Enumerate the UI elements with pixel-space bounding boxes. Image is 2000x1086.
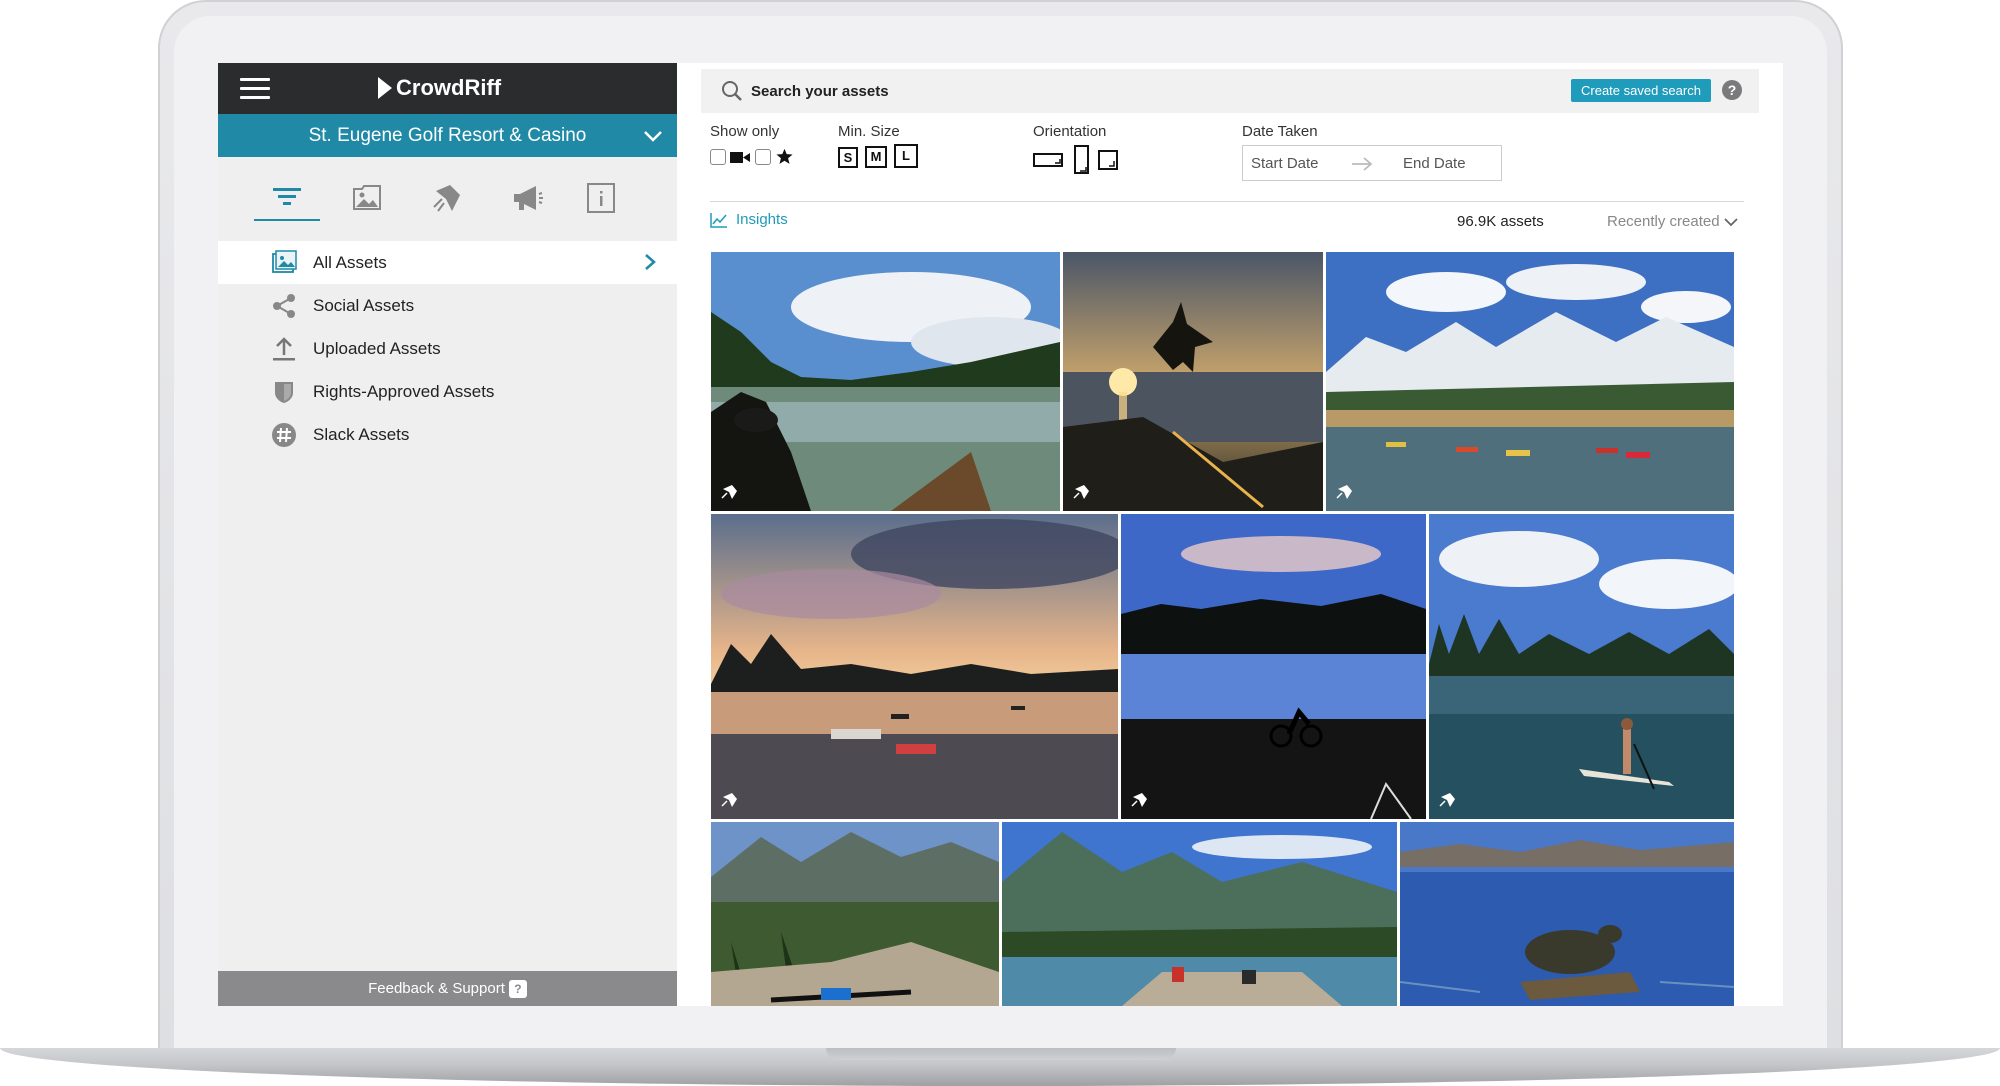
- asset-thumbnail[interactable]: [1429, 514, 1734, 819]
- start-date-input[interactable]: Start Date: [1251, 155, 1319, 172]
- app-screen: CrowdRiff St. Eugene Golf Resort & Casin…: [218, 63, 1783, 1006]
- share-icon: [273, 294, 295, 318]
- sort-dropdown[interactable]: Recently created: [1607, 213, 1738, 230]
- laptop-notch: [826, 1048, 1176, 1060]
- crowdriff-logo: CrowdRiff: [378, 75, 501, 101]
- question-badge-icon: ?: [508, 979, 527, 998]
- sidebar-item-social-assets[interactable]: Social Assets: [218, 284, 677, 327]
- date-range-picker: Start Date End Date: [1242, 145, 1502, 181]
- asset-thumbnail[interactable]: [1002, 822, 1397, 1006]
- photo-turtle: [1400, 822, 1734, 1006]
- account-selector[interactable]: St. Eugene Golf Resort & Casino: [218, 114, 677, 157]
- sidebar-item-label: Rights-Approved Assets: [313, 381, 495, 401]
- sidebar: CrowdRiff St. Eugene Golf Resort & Casin…: [218, 63, 677, 1006]
- star-icon: [776, 148, 793, 164]
- date-taken-label: Date Taken: [1242, 123, 1318, 140]
- asset-thumbnail[interactable]: [1063, 252, 1323, 511]
- feedback-support-button[interactable]: Feedback & Support ?: [218, 971, 677, 1006]
- search-input[interactable]: Search your assets: [751, 83, 889, 100]
- crowdriff-badge-icon: [721, 485, 737, 499]
- gallery-icon[interactable]: [334, 175, 400, 221]
- square-orientation-icon[interactable]: [1098, 150, 1118, 170]
- photo-cyclist-lake: [1121, 514, 1426, 819]
- filter-panel: Show only Min. Size S M L Orientation Da…: [710, 123, 1760, 203]
- sidebar-item-label: Slack Assets: [313, 424, 410, 444]
- chevron-right-icon: [645, 254, 656, 270]
- asset-thumbnail[interactable]: [711, 822, 999, 1006]
- create-saved-search-button[interactable]: Create saved search: [1571, 79, 1711, 102]
- video-filter-checkbox[interactable]: [710, 149, 726, 165]
- insights-label: Insights: [736, 211, 788, 228]
- asset-thumbnail[interactable]: [711, 252, 1060, 511]
- sidebar-item-label: Social Assets: [313, 295, 415, 315]
- chevron-down-icon: [1723, 217, 1738, 226]
- search-bar[interactable]: Search your assets Create saved search ?: [701, 69, 1759, 113]
- photo-river-camp: [1002, 822, 1397, 1006]
- search-icon: [722, 81, 742, 101]
- help-icon[interactable]: ?: [1722, 80, 1742, 100]
- size-large-button[interactable]: L: [894, 144, 918, 168]
- sidebar-item-slack-assets[interactable]: Slack Assets: [218, 413, 677, 456]
- arrow-right-icon: [1352, 157, 1373, 171]
- chart-line-icon: [710, 212, 727, 228]
- crowdriff-badge-icon: [721, 793, 737, 807]
- sidebar-item-rights-approved-assets[interactable]: Rights-Approved Assets: [218, 370, 677, 413]
- slack-icon: [272, 423, 296, 447]
- upload-icon: [273, 337, 295, 361]
- sidebar-item-label: All Assets: [313, 252, 387, 272]
- megaphone-icon[interactable]: [494, 175, 560, 221]
- filter-divider: [710, 201, 1744, 202]
- account-name: St. Eugene Golf Resort & Casino: [308, 124, 587, 146]
- brand-name: CrowdRiff: [396, 75, 502, 100]
- hamburger-menu-icon[interactable]: [240, 78, 270, 100]
- image-icon: [272, 250, 297, 273]
- photo-jump-sunset: [1063, 252, 1323, 511]
- favorite-filter-checkbox[interactable]: [755, 149, 771, 165]
- size-medium-button[interactable]: M: [865, 146, 887, 168]
- landscape-orientation-icon[interactable]: [1033, 153, 1063, 167]
- asset-thumbnail[interactable]: [711, 514, 1118, 819]
- photo-kayak-mountains: [1326, 252, 1734, 511]
- feedback-label: Feedback & Support: [368, 980, 505, 997]
- asset-thumbnail[interactable]: [1326, 252, 1734, 511]
- photo-kayak-sunset: [711, 514, 1118, 819]
- info-icon[interactable]: [568, 175, 634, 221]
- sidebar-item-all-assets[interactable]: All Assets: [218, 241, 677, 284]
- photo-canoe-lake: [711, 252, 1060, 511]
- crowdriff-badge-icon: [1073, 485, 1089, 499]
- crowdriff-badge-icon: [1131, 793, 1147, 807]
- crowdriff-badge-icon: [1439, 793, 1455, 807]
- min-size-label: Min. Size: [838, 123, 900, 140]
- crowdriff-badge-icon: [1336, 485, 1352, 499]
- sidebar-item-label: Uploaded Assets: [313, 338, 441, 358]
- filter-icon[interactable]: [254, 175, 320, 221]
- end-date-input[interactable]: End Date: [1403, 155, 1466, 172]
- video-camera-icon: [730, 152, 750, 163]
- chevron-down-icon: [644, 131, 662, 142]
- crowdriff-logo-mark: [378, 77, 392, 99]
- top-bar: CrowdRiff: [218, 63, 677, 114]
- photo-mountain-bike: [711, 822, 999, 1006]
- orientation-label: Orientation: [1033, 123, 1107, 140]
- portrait-orientation-icon[interactable]: [1074, 145, 1089, 174]
- size-small-button[interactable]: S: [838, 147, 858, 168]
- main-content: Search your assets Create saved search ?…: [677, 63, 1783, 1006]
- asset-thumbnail[interactable]: [1121, 514, 1426, 819]
- insights-link[interactable]: Insights: [710, 211, 788, 228]
- asset-source-list: All Assets Social Assets Uploaded Assets…: [218, 241, 677, 456]
- asset-count: 96.9K assets: [1457, 213, 1544, 230]
- photo-paddleboard: [1429, 514, 1734, 819]
- crowdriff-icon[interactable]: [414, 175, 480, 221]
- show-only-label: Show only: [710, 123, 780, 140]
- shield-icon: [275, 382, 293, 403]
- sidebar-item-uploaded-assets[interactable]: Uploaded Assets: [218, 327, 677, 370]
- sidebar-nav-icons: [218, 157, 677, 245]
- asset-thumbnail[interactable]: [1400, 822, 1734, 1006]
- sort-label: Recently created: [1607, 213, 1720, 230]
